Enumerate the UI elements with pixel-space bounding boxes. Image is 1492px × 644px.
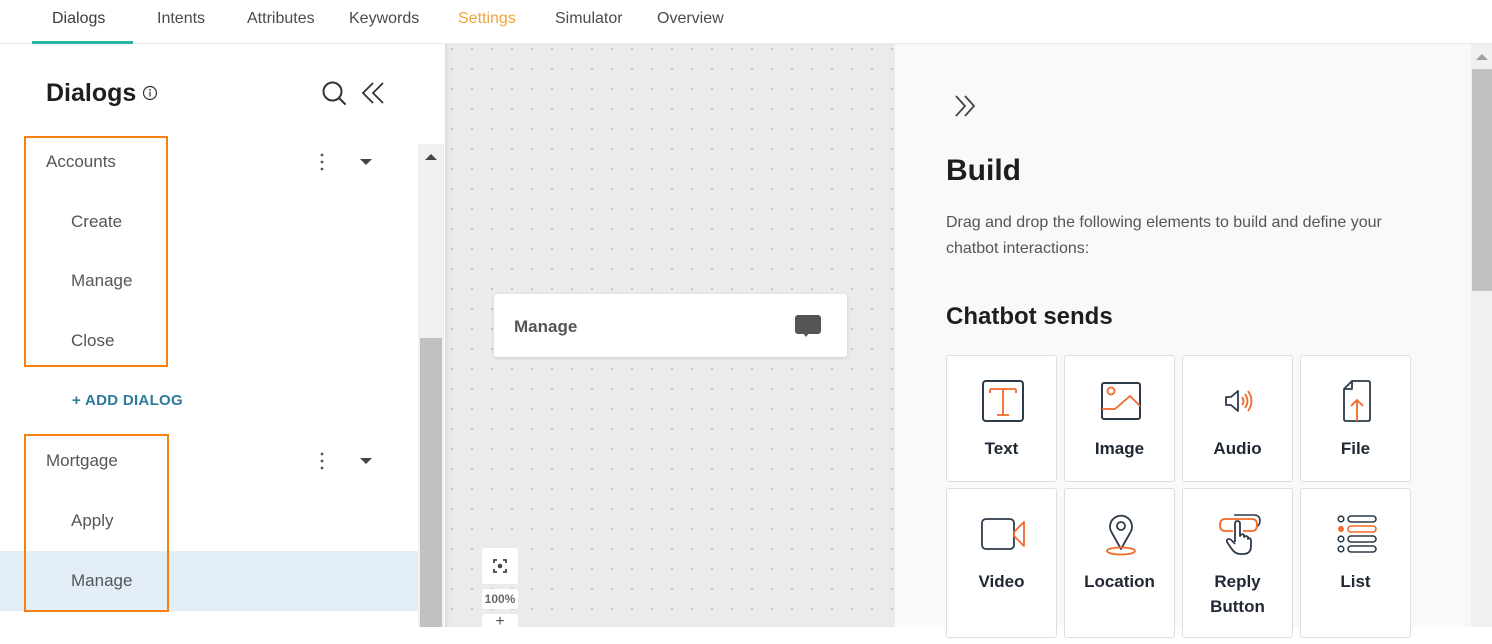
element-label: Location	[1084, 572, 1155, 591]
tab-simulator[interactable]: Simulator	[555, 10, 623, 28]
info-circle-icon[interactable]	[142, 85, 158, 101]
element-list[interactable]: List	[1300, 488, 1411, 638]
file-upload-icon	[1343, 380, 1371, 422]
chevron-down-icon[interactable]	[360, 458, 372, 464]
dialogs-panel: Dialogs Accounts Create Manage Close + A…	[0, 44, 445, 627]
element-audio[interactable]: Audio	[1182, 355, 1293, 482]
element-label: List	[1340, 572, 1371, 591]
element-label: Image	[1094, 439, 1145, 458]
double-chevron-right-icon[interactable]	[952, 92, 980, 120]
zoom-level: 100%	[482, 589, 518, 609]
tab-overview[interactable]: Overview	[657, 10, 724, 28]
fit-screen-icon	[493, 559, 507, 573]
more-options-icon[interactable]	[313, 151, 331, 173]
fit-screen-button[interactable]	[482, 548, 518, 584]
element-label: Text	[984, 439, 1019, 458]
more-options-icon[interactable]	[313, 450, 331, 472]
element-reply-button[interactable]: Reply Button	[1182, 488, 1293, 638]
search-icon[interactable]	[321, 80, 347, 106]
element-label: File	[1340, 439, 1371, 458]
image-icon	[1101, 382, 1141, 420]
top-navigation: Dialogs Intents Attributes Keywords Sett…	[0, 0, 1492, 44]
element-label: Reply Button	[1210, 572, 1265, 616]
tab-keywords[interactable]: Keywords	[349, 10, 419, 28]
section-title: Chatbot sends	[946, 303, 1113, 330]
video-icon	[981, 518, 1025, 550]
highlight-box	[24, 136, 168, 367]
audio-icon	[1225, 390, 1253, 412]
tab-dialogs[interactable]: Dialogs	[52, 10, 105, 28]
build-panel: Build Drag and drop the following elemen…	[895, 44, 1492, 638]
highlight-box	[24, 434, 169, 612]
reply-button-icon	[1219, 514, 1261, 555]
element-video[interactable]: Video	[946, 488, 1057, 638]
left-scrollbar[interactable]	[418, 144, 444, 627]
scrollbar-thumb[interactable]	[1472, 69, 1492, 291]
location-pin-icon	[1106, 514, 1136, 556]
node-label: Manage	[514, 317, 578, 336]
build-description: Drag and drop the following elements to …	[946, 214, 1382, 257]
chevron-down-icon[interactable]	[360, 159, 372, 165]
element-location[interactable]: Location	[1064, 488, 1175, 638]
element-file[interactable]: File	[1300, 355, 1411, 482]
dialog-node[interactable]: Manage	[494, 294, 847, 357]
scroll-up-arrow-icon[interactable]	[1476, 54, 1488, 60]
element-image[interactable]: Image	[1064, 355, 1175, 482]
scrollbar-thumb[interactable]	[420, 338, 442, 627]
tab-attributes[interactable]: Attributes	[247, 10, 315, 28]
text-icon	[982, 380, 1024, 422]
element-label: Audio	[1213, 439, 1262, 458]
list-icon	[1337, 515, 1377, 553]
element-label: Video	[978, 572, 1025, 591]
tab-intents[interactable]: Intents	[157, 10, 205, 28]
zoom-in-button[interactable]: +	[482, 614, 518, 644]
panel-title: Dialogs	[46, 79, 137, 107]
add-dialog-button[interactable]: + ADD DIALOG	[72, 392, 183, 409]
element-text[interactable]: Text	[946, 355, 1057, 482]
build-title: Build	[946, 154, 1021, 187]
chat-bubble-icon	[795, 315, 821, 337]
flow-canvas[interactable]: Manage 100% +	[445, 44, 895, 644]
right-scrollbar[interactable]	[1471, 44, 1492, 627]
scroll-up-arrow-icon[interactable]	[425, 154, 437, 160]
tab-settings[interactable]: Settings	[458, 10, 516, 28]
double-chevron-left-icon[interactable]	[361, 81, 385, 105]
